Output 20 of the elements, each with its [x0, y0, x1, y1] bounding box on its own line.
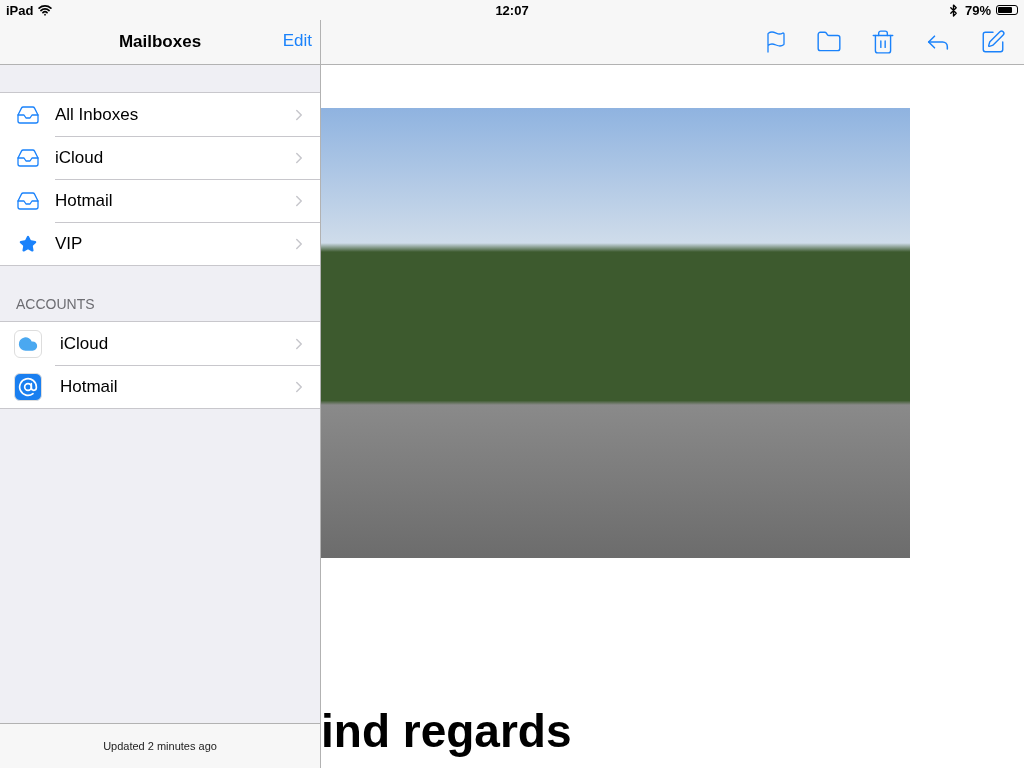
flag-icon[interactable]: [764, 30, 788, 54]
section-header: ACCOUNTS: [15, 295, 96, 314]
battery-icon: [996, 5, 1018, 15]
mailbox-row[interactable]: iCloud: [0, 136, 320, 179]
wifi-icon: [38, 3, 53, 17]
mailboxes-title: Mailboxes: [118, 32, 202, 52]
clock: 12:07: [495, 2, 529, 18]
device-name: iPad: [6, 2, 34, 18]
battery-percentage: 79%: [964, 2, 991, 18]
star-icon: [18, 234, 37, 253]
account-row[interactable]: Hotmail: [0, 365, 320, 408]
update-status: Updated 2 minutes ago: [103, 740, 217, 752]
trash-icon[interactable]: [870, 29, 896, 55]
mailbox-row[interactable]: VIP: [0, 222, 320, 265]
account-row[interactable]: iCloud: [0, 322, 320, 365]
mailbox-row[interactable]: Hotmail: [0, 179, 320, 222]
at-sign-app-icon: [13, 372, 42, 401]
compose-icon[interactable]: [980, 29, 1006, 55]
cloud-app-icon: [13, 329, 42, 358]
mailbox-row[interactable]: All Inboxes: [0, 93, 320, 136]
